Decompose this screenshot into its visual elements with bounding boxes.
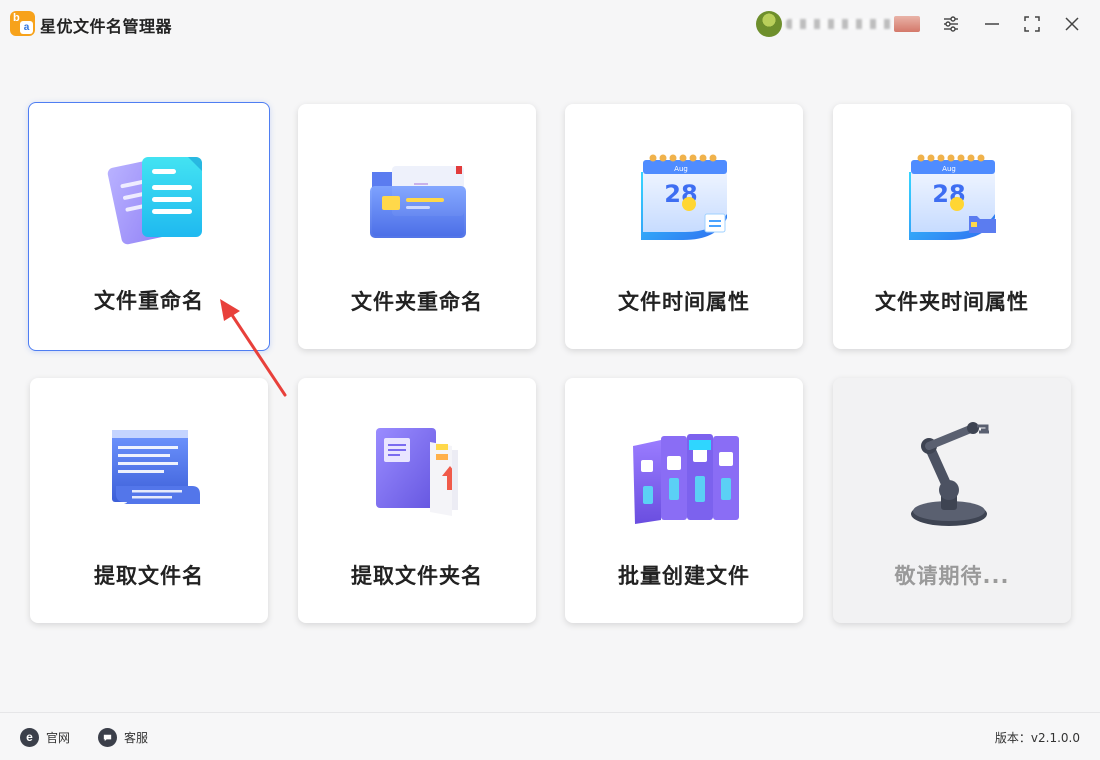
tile-label: 提取文件名 bbox=[94, 564, 204, 588]
app-title: 星优文件名管理器 bbox=[40, 17, 173, 36]
tile-label: 文件夹时间属性 bbox=[875, 290, 1029, 314]
maximize-button[interactable] bbox=[1018, 10, 1046, 38]
app-logo-icon: b a bbox=[10, 11, 35, 36]
scroll-document-icon bbox=[84, 416, 214, 526]
title-bar: b a 星优文件名管理器 bbox=[0, 0, 1100, 48]
settings-icon bbox=[944, 16, 958, 32]
tile-coming-soon: 敬请期待... bbox=[833, 378, 1071, 623]
tile-batch-create-files[interactable]: 批量创建文件 bbox=[565, 378, 803, 623]
tile-folder-time-attributes[interactable]: Aug 28 文件夹时间属性 bbox=[833, 104, 1071, 349]
tile-label: 文件时间属性 bbox=[618, 290, 750, 314]
website-link[interactable]: e 官网 bbox=[20, 727, 70, 747]
calendar-icon: Aug 28 bbox=[619, 142, 749, 252]
minimize-button[interactable] bbox=[978, 10, 1006, 38]
tile-file-time-attributes[interactable]: Aug 28 文件时间属性 bbox=[565, 104, 803, 349]
book-folder-icon bbox=[352, 416, 482, 526]
tile-label: 文件重命名 bbox=[94, 289, 204, 313]
support-link[interactable]: 客服 bbox=[98, 727, 148, 747]
tile-label: 批量创建文件 bbox=[618, 564, 750, 588]
user-account[interactable] bbox=[756, 10, 928, 38]
avatar[interactable] bbox=[756, 11, 782, 37]
documents-icon bbox=[84, 141, 214, 251]
close-button[interactable] bbox=[1058, 10, 1086, 38]
browser-icon: e bbox=[20, 727, 39, 747]
tile-label: 敬请期待... bbox=[894, 564, 1010, 588]
tile-label: 文件夹重命名 bbox=[351, 290, 483, 314]
tile-extract-file-names[interactable]: 提取文件名 bbox=[30, 378, 268, 623]
svg-text:Aug: Aug bbox=[674, 165, 688, 173]
chat-icon bbox=[98, 727, 117, 747]
website-label: 官网 bbox=[46, 730, 71, 745]
svg-text:Aug: Aug bbox=[942, 165, 956, 173]
calendar-folder-icon: Aug 28 bbox=[887, 142, 1017, 252]
close-icon bbox=[1065, 17, 1079, 31]
tile-folder-rename[interactable]: 文件夹重命名 bbox=[298, 104, 536, 349]
user-badge bbox=[894, 16, 920, 32]
support-label: 客服 bbox=[124, 730, 149, 745]
minimize-icon bbox=[985, 23, 999, 25]
tile-file-rename[interactable]: 文件重命名 bbox=[28, 102, 270, 351]
tile-extract-folder-names[interactable]: 提取文件夹名 bbox=[298, 378, 536, 623]
robot-arm-icon bbox=[887, 416, 1017, 526]
tile-label: 提取文件夹名 bbox=[351, 564, 483, 588]
folder-icon bbox=[352, 142, 482, 252]
footer: e 官网 客服 版本：v2.1.0.0 bbox=[0, 712, 1100, 760]
version-text: 版本：v2.1.0.0 bbox=[994, 731, 1080, 745]
user-name-redacted bbox=[786, 19, 892, 29]
binders-icon bbox=[619, 416, 749, 526]
settings-button[interactable] bbox=[937, 10, 965, 38]
maximize-icon bbox=[1024, 16, 1040, 32]
